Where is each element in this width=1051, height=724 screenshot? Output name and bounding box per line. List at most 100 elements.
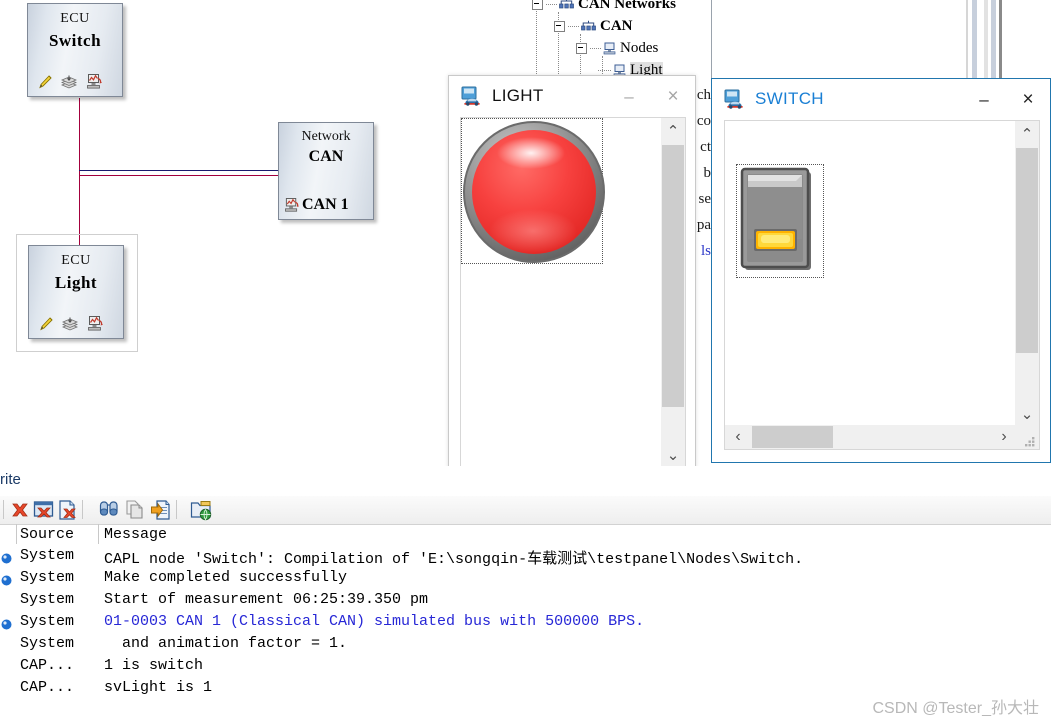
tree-item-nodes[interactable]: Nodes — [576, 40, 658, 57]
table-row[interactable]: System and animation factor = 1. — [0, 634, 1051, 656]
ecu-block-light[interactable]: ECU Light — [28, 245, 124, 339]
network-channel-label: CAN 1 — [302, 196, 349, 213]
log-message: 01-0003 CAN 1 (Classical CAN) simulated … — [104, 613, 645, 630]
table-row[interactable]: System Make completed successfully — [0, 568, 1051, 590]
scroll-down-arrow[interactable]: ⌄ — [661, 442, 685, 468]
pencil-icon[interactable] — [38, 75, 52, 90]
column-divider — [98, 524, 99, 544]
database-stack-icon[interactable] — [62, 317, 78, 332]
scroll-right-arrow[interactable]: › — [991, 425, 1017, 449]
info-bullet-icon — [1, 552, 12, 564]
tree-item-can-networks[interactable]: CAN Networks — [532, 0, 676, 13]
switch-vscroll-thumb[interactable] — [1016, 148, 1038, 353]
light-panel-window[interactable]: LIGHT – × ⌃ ⌄ — [448, 75, 696, 509]
ecu-light-icons — [39, 316, 104, 332]
scroll-up-arrow[interactable]: ⌃ — [1015, 121, 1039, 147]
bus-line-blue — [79, 170, 279, 171]
clear-all-icon[interactable] — [9, 499, 31, 521]
scroll-down-arrow[interactable]: ⌄ — [1015, 401, 1039, 427]
table-row[interactable]: System Start of measurement 06:25:39.350… — [0, 590, 1051, 612]
tree-expander-icon[interactable] — [554, 21, 565, 32]
log-source: CAP... — [20, 679, 75, 696]
find-icon[interactable] — [98, 499, 120, 521]
ecu-switch-name: Switch — [48, 31, 102, 50]
scroll-left-arrow[interactable]: ‹ — [725, 425, 751, 449]
network-kind-label: Network — [301, 129, 351, 144]
network-block-can[interactable]: Network CAN CAN 1 — [278, 122, 374, 220]
log-message: 1 is switch — [104, 657, 204, 674]
copy-icon[interactable] — [124, 499, 146, 521]
tree-expander-icon[interactable] — [532, 0, 543, 10]
network-icon — [581, 20, 596, 33]
switch-panel-titlebar[interactable]: SWITCH – × — [712, 79, 1050, 119]
export-icon[interactable] — [150, 499, 172, 521]
log-source: System — [20, 591, 75, 608]
measurement-node-icon[interactable] — [86, 74, 103, 90]
info-bullet-icon — [1, 574, 12, 586]
light-indicator[interactable] — [461, 119, 607, 265]
switch-panel-client: ⌃ ⌄ ‹ › — [724, 120, 1040, 450]
measurement-node-icon[interactable] — [87, 316, 104, 332]
switch-vertical-scrollbar[interactable]: ⌃ ⌄ — [1015, 121, 1039, 427]
open-folder-icon[interactable] — [190, 499, 212, 521]
column-header-message[interactable]: Message — [104, 526, 167, 543]
light-panel-client: ⌃ ⌄ ‹ › — [460, 117, 686, 491]
rocker-switch[interactable] — [739, 167, 821, 275]
switch-horizontal-scrollbar[interactable]: ‹ › — [725, 425, 1017, 449]
panel-car-icon — [461, 86, 483, 106]
write-window: rite Source Message System CAPL node 'Sw… — [0, 466, 1051, 724]
switch-resize-grip[interactable] — [1015, 425, 1039, 449]
tree-item-can[interactable]: CAN — [554, 18, 633, 35]
network-channel: CAN 1 — [284, 196, 349, 214]
ecu-light-kind: ECU — [61, 253, 91, 268]
panel-divider-strip — [984, 0, 988, 78]
node-icon — [603, 42, 616, 55]
bus-line-red — [79, 175, 279, 176]
tree-item-label: Nodes — [620, 40, 659, 56]
panel-divider-strip — [999, 0, 1002, 78]
ecu-switch-icons — [38, 74, 103, 90]
light-vertical-scrollbar[interactable]: ⌃ ⌄ — [661, 118, 685, 468]
close-button[interactable]: × — [1006, 79, 1050, 119]
tree-connector — [546, 3, 557, 6]
tree-connector — [598, 69, 611, 72]
pencil-icon[interactable] — [39, 317, 53, 332]
clear-file-icon[interactable] — [57, 499, 79, 521]
column-header-source[interactable]: Source — [20, 526, 74, 543]
table-row[interactable]: System CAPL node 'Switch': Compilation o… — [0, 546, 1051, 568]
table-row[interactable]: System 01-0003 CAN 1 (Classical CAN) sim… — [0, 612, 1051, 634]
minimize-button[interactable]: – — [607, 76, 651, 116]
measurement-node-icon — [284, 197, 300, 213]
light-vscroll-thumb[interactable] — [662, 145, 684, 407]
ecu-light-name: Light — [54, 273, 98, 292]
table-row[interactable]: CAP... 1 is switch — [0, 656, 1051, 678]
write-tab-label[interactable]: rite — [0, 471, 21, 488]
panel-car-icon — [724, 89, 746, 109]
light-panel-titlebar[interactable]: LIGHT – × — [449, 76, 695, 116]
tree-expander-icon[interactable] — [576, 43, 587, 54]
toolbar-separator — [176, 500, 177, 519]
log-message: Start of measurement 06:25:39.350 pm — [104, 591, 429, 608]
simulation-setup-canvas: ECU Switch ECU Light Network CAN CAN 1 — [0, 0, 448, 466]
panel-divider-strip — [972, 0, 977, 78]
scroll-up-arrow[interactable]: ⌃ — [661, 118, 685, 144]
switch-hscroll-thumb[interactable] — [752, 426, 833, 448]
minimize-button[interactable]: – — [962, 79, 1006, 119]
switch-panel-title: SWITCH — [755, 89, 824, 108]
info-bullet-icon — [1, 618, 12, 630]
tree-item-label: CAN — [600, 18, 633, 34]
database-stack-icon[interactable] — [61, 75, 77, 90]
log-message: Make completed successfully — [104, 569, 348, 586]
log-source: System — [20, 613, 75, 630]
toolbar-separator — [3, 500, 4, 519]
write-toolbar[interactable] — [0, 496, 1051, 525]
log-header-row: Source Message — [0, 524, 1051, 546]
switch-panel-window[interactable]: SWITCH – × ⌃ ⌄ ‹ › — [711, 78, 1051, 463]
clear-window-icon[interactable] — [33, 499, 55, 521]
close-button[interactable]: × — [651, 76, 695, 116]
switch-panel-controls: – × — [962, 79, 1050, 119]
light-panel-controls: – × — [607, 76, 695, 116]
ecu-block-switch[interactable]: ECU Switch — [27, 3, 123, 97]
write-tabbar[interactable]: rite — [0, 466, 1051, 496]
log-message: CAPL node 'Switch': Compilation of 'E:\s… — [104, 551, 804, 568]
